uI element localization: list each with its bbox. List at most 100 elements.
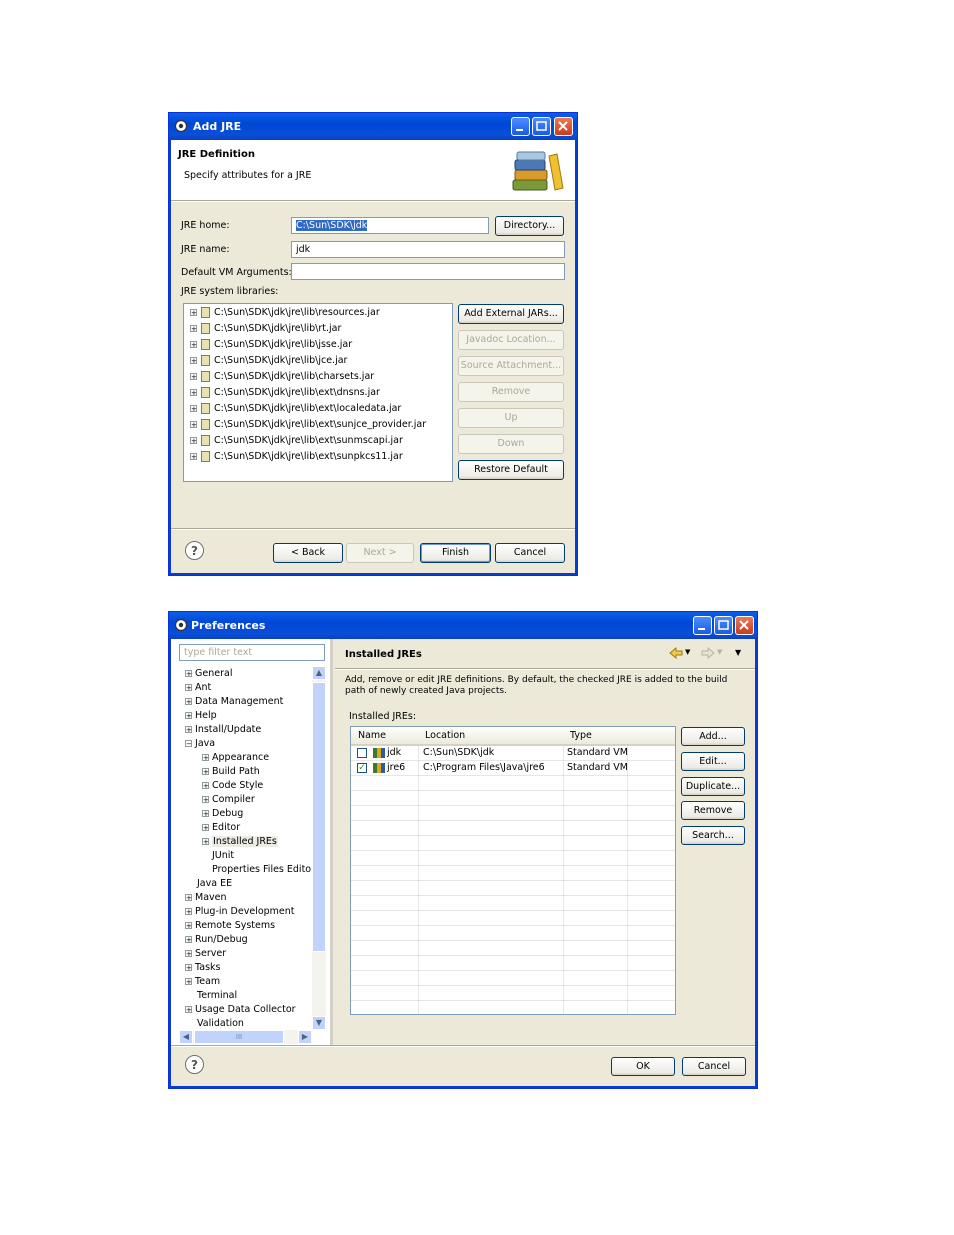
expand-icon[interactable]: + <box>202 754 209 762</box>
expand-icon[interactable]: + <box>185 684 192 692</box>
jre-table[interactable]: Name Location Type jdk C:\Sun\SDK\jdk St… <box>350 726 676 1015</box>
scroll-right-arrow[interactable]: ▶ <box>298 1030 312 1044</box>
tree-vertical-scrollbar[interactable]: ▲ ▼ <box>312 666 326 1030</box>
jre-name-input[interactable]: jdk <box>291 241 565 258</box>
expand-icon[interactable]: + <box>190 389 197 397</box>
expand-icon[interactable]: + <box>185 698 192 706</box>
tree-item-tasks[interactable]: + Tasks <box>185 962 220 973</box>
cancel-button[interactable]: Cancel <box>495 543 565 563</box>
expand-icon[interactable]: + <box>190 453 197 461</box>
expand-icon[interactable]: + <box>190 373 197 381</box>
tree-item-junit[interactable]: JUnit <box>212 850 234 861</box>
library-item[interactable]: + C:\Sun\SDK\jdk\jre\lib\charsets.jar <box>190 371 374 382</box>
back-arrow-icon[interactable] <box>669 647 683 659</box>
column-header-type[interactable]: Type <box>570 730 592 741</box>
library-item[interactable]: + C:\Sun\SDK\jdk\jre\lib\rt.jar <box>190 323 341 334</box>
tree-item-debug[interactable]: + Debug <box>202 808 243 819</box>
remove-library-button[interactable]: Remove <box>458 382 564 402</box>
tree-item-appearance[interactable]: + Appearance <box>202 752 269 763</box>
add-jre-titlebar[interactable]: Add JRE <box>169 113 577 140</box>
tree-item-remote-systems[interactable]: + Remote Systems <box>185 920 275 931</box>
expand-icon[interactable]: + <box>202 838 209 846</box>
expand-icon[interactable]: + <box>190 325 197 333</box>
row-checkbox[interactable]: ✓ <box>357 763 367 773</box>
tree-item-code-style[interactable]: + Code Style <box>202 780 263 791</box>
view-menu-icon[interactable]: ▼ <box>735 648 741 657</box>
tree-item-editor[interactable]: + Editor <box>202 822 240 833</box>
library-item[interactable]: + C:\Sun\SDK\jdk\jre\lib\ext\localedata.j… <box>190 403 401 414</box>
preferences-cancel-button[interactable]: Cancel <box>682 1057 746 1076</box>
tree-item-data-management[interactable]: + Data Management <box>185 696 283 707</box>
search-jre-button[interactable]: Search... <box>681 826 745 845</box>
expand-icon[interactable]: + <box>190 309 197 317</box>
tree-item-install-update[interactable]: + Install/Update <box>185 724 261 735</box>
expand-icon[interactable]: + <box>190 405 197 413</box>
library-item[interactable]: + C:\Sun\SDK\jdk\jre\lib\ext\sunpkcs11.ja… <box>190 451 403 462</box>
restore-default-button[interactable]: Restore Default <box>458 460 564 480</box>
library-item[interactable]: + C:\Sun\SDK\jdk\jre\lib\ext\sunjce_provi… <box>190 419 426 430</box>
next-button[interactable]: Next > <box>346 543 414 563</box>
tree-horizontal-scrollbar[interactable]: ◀ III ▶ <box>179 1030 312 1044</box>
forward-arrow-icon[interactable] <box>701 647 715 659</box>
maximize-button[interactable] <box>532 117 551 136</box>
tree-item-ant[interactable]: + Ant <box>185 682 211 693</box>
collapse-icon[interactable]: − <box>185 740 192 748</box>
library-item[interactable]: + C:\Sun\SDK\jdk\jre\lib\jce.jar <box>190 355 347 366</box>
expand-icon[interactable]: + <box>185 950 192 958</box>
scroll-thumb[interactable] <box>312 682 326 952</box>
table-row[interactable]: jdk C:\Sun\SDK\jdk Standard VM <box>351 746 675 761</box>
expand-icon[interactable]: + <box>185 922 192 930</box>
tree-item-team[interactable]: + Team <box>185 976 220 987</box>
library-item[interactable]: + C:\Sun\SDK\jdk\jre\lib\ext\dnsns.jar <box>190 387 380 398</box>
tree-item-run-debug[interactable]: + Run/Debug <box>185 934 248 945</box>
back-dropdown-icon[interactable]: ▼ <box>685 648 690 656</box>
hscroll-thumb[interactable]: III <box>194 1030 284 1044</box>
close-button[interactable] <box>554 117 573 136</box>
preferences-titlebar[interactable]: Preferences <box>169 612 757 639</box>
tree-item-usage-data-collector[interactable]: + Usage Data Collector <box>185 1004 296 1015</box>
pane-divider[interactable] <box>330 639 333 1045</box>
source-attachment-button[interactable]: Source Attachment... <box>458 356 564 376</box>
column-header-location[interactable]: Location <box>425 730 465 741</box>
library-item[interactable]: + C:\Sun\SDK\jdk\jre\lib\jsse.jar <box>190 339 352 350</box>
tree-item-build-path[interactable]: + Build Path <box>202 766 260 777</box>
tree-item-plugin-development[interactable]: + Plug-in Development <box>185 906 295 917</box>
tree-item-terminal[interactable]: Terminal <box>197 990 237 1001</box>
minimize-button[interactable] <box>511 117 530 136</box>
expand-icon[interactable]: + <box>185 908 192 916</box>
close-button[interactable] <box>735 616 754 635</box>
tree-item-java[interactable]: − Java <box>185 738 215 749</box>
tree-item-properties-files-editor[interactable]: Properties Files Editor <box>212 864 312 875</box>
jre-home-input[interactable]: C:\Sun\SDK\jdk <box>291 217 489 234</box>
expand-icon[interactable]: + <box>185 978 192 986</box>
tree-item-validation[interactable]: Validation <box>197 1018 244 1029</box>
library-item[interactable]: + C:\Sun\SDK\jdk\jre\lib\ext\sunmscapi.ja… <box>190 435 403 446</box>
scroll-down-arrow[interactable]: ▼ <box>312 1016 326 1030</box>
column-header-name[interactable]: Name <box>358 730 386 741</box>
help-icon[interactable]: ? <box>185 1055 204 1074</box>
add-external-jars-button[interactable]: Add External JARs... <box>458 304 564 324</box>
scroll-left-arrow[interactable]: ◀ <box>179 1030 193 1044</box>
maximize-button[interactable] <box>714 616 733 635</box>
library-list[interactable]: + C:\Sun\SDK\jdk\jre\lib\resources.jar + C… <box>183 303 453 482</box>
back-button[interactable]: < Back <box>273 543 343 563</box>
expand-icon[interactable]: + <box>185 670 192 678</box>
library-item[interactable]: + C:\Sun\SDK\jdk\jre\lib\resources.jar <box>190 307 380 318</box>
expand-icon[interactable]: + <box>190 341 197 349</box>
add-jre-button[interactable]: Add... <box>681 727 745 746</box>
tree-item-help[interactable]: + Help <box>185 710 217 721</box>
vm-args-input[interactable] <box>291 263 565 280</box>
expand-icon[interactable]: + <box>185 1006 192 1014</box>
expand-icon[interactable]: + <box>202 782 209 790</box>
directory-button[interactable]: Directory... <box>495 216 564 236</box>
tree-item-compiler[interactable]: + Compiler <box>202 794 255 805</box>
expand-icon[interactable]: + <box>202 810 209 818</box>
tree-item-general[interactable]: + General <box>185 668 232 679</box>
help-icon[interactable]: ? <box>185 541 204 560</box>
ok-button[interactable]: OK <box>611 1057 675 1076</box>
tree-item-java-ee[interactable]: Java EE <box>197 878 232 889</box>
tree-item-server[interactable]: + Server <box>185 948 226 959</box>
expand-icon[interactable]: + <box>185 936 192 944</box>
tree-item-installed-jres[interactable]: + Installed JREs <box>202 836 278 847</box>
edit-jre-button[interactable]: Edit... <box>681 752 745 771</box>
